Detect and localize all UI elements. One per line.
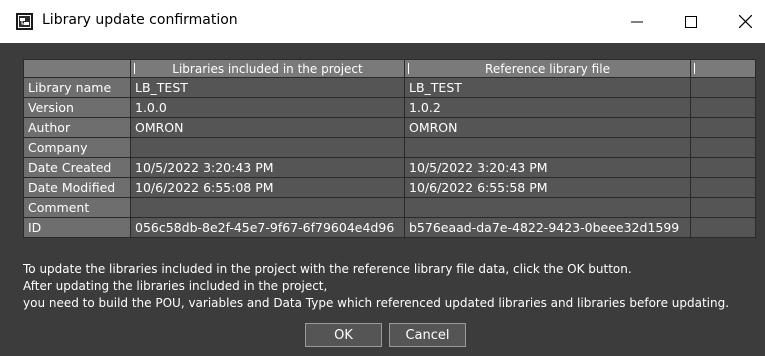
close-icon bbox=[738, 15, 752, 28]
reference-value[interactable]: 10/6/2022 6:55:58 PM bbox=[404, 177, 691, 198]
message-line: To update the libraries included in the … bbox=[23, 262, 632, 276]
column-header-project-label: Libraries included in the project bbox=[172, 61, 363, 76]
window-title: Library update confirmation bbox=[42, 12, 238, 28]
message-line: you need to build the POU, variables and… bbox=[23, 296, 730, 310]
reference-value[interactable] bbox=[404, 197, 691, 218]
table-row[interactable]: Comment bbox=[23, 197, 756, 218]
row-label: Author bbox=[23, 117, 131, 138]
empty-cell bbox=[690, 157, 756, 178]
table-header-row: Libraries included in the project Refere… bbox=[23, 59, 756, 78]
table-row[interactable]: Date Modified 10/6/2022 6:55:08 PM 10/6/… bbox=[23, 177, 756, 198]
empty-cell bbox=[690, 137, 756, 158]
column-header-reference-label: Reference library file bbox=[485, 61, 610, 76]
close-button[interactable] bbox=[722, 0, 765, 43]
column-header-reference[interactable]: Reference library file bbox=[404, 59, 691, 78]
table-row[interactable]: Author OMRON OMRON bbox=[23, 117, 756, 138]
project-value[interactable]: LB_TEST bbox=[130, 77, 405, 98]
project-value[interactable]: 056c58db-8e2f-45e7-9f67-6f79604e4d96 bbox=[130, 217, 405, 238]
table-row[interactable]: Date Created 10/5/2022 3:20:43 PM 10/5/2… bbox=[23, 157, 756, 178]
cancel-button[interactable]: Cancel bbox=[389, 323, 466, 347]
row-label: Version bbox=[23, 97, 131, 118]
project-value[interactable]: 1.0.0 bbox=[130, 97, 405, 118]
row-label: Comment bbox=[23, 197, 131, 218]
confirmation-message: To update the libraries included in the … bbox=[23, 261, 763, 312]
row-label: Date Modified bbox=[23, 177, 131, 198]
table-row[interactable]: ID 056c58db-8e2f-45e7-9f67-6f79604e4d96 … bbox=[23, 217, 756, 238]
reference-value[interactable]: LB_TEST bbox=[404, 77, 691, 98]
ok-button[interactable]: OK bbox=[305, 323, 382, 347]
empty-cell bbox=[690, 177, 756, 198]
empty-cell bbox=[690, 117, 756, 138]
project-value[interactable] bbox=[130, 197, 405, 218]
project-value[interactable]: OMRON bbox=[130, 117, 405, 138]
column-header-empty[interactable] bbox=[690, 59, 756, 78]
column-header-project[interactable]: Libraries included in the project bbox=[130, 59, 405, 78]
maximize-button[interactable] bbox=[668, 0, 714, 43]
header-corner bbox=[23, 59, 131, 78]
row-label: ID bbox=[23, 217, 131, 238]
empty-cell bbox=[690, 77, 756, 98]
row-label: Date Created bbox=[23, 157, 131, 178]
table-row[interactable]: Library name LB_TEST LB_TEST bbox=[23, 77, 756, 98]
minimize-icon bbox=[631, 21, 643, 22]
empty-cell bbox=[690, 217, 756, 238]
project-value[interactable]: 10/5/2022 3:20:43 PM bbox=[130, 157, 405, 178]
title-bar[interactable]: Library update confirmation bbox=[0, 0, 765, 43]
dialog-content: Libraries included in the project Refere… bbox=[0, 43, 765, 356]
table-row[interactable]: Company bbox=[23, 137, 756, 158]
reference-value[interactable]: 1.0.2 bbox=[404, 97, 691, 118]
reference-value[interactable]: OMRON bbox=[404, 117, 691, 138]
empty-cell bbox=[690, 197, 756, 218]
row-label: Library name bbox=[23, 77, 131, 98]
project-value[interactable]: 10/6/2022 6:55:08 PM bbox=[130, 177, 405, 198]
dialog-window: Library update confirmation Libraries in… bbox=[0, 0, 765, 356]
comparison-table: Libraries included in the project Refere… bbox=[23, 59, 756, 238]
maximize-icon bbox=[685, 15, 697, 28]
project-value[interactable] bbox=[130, 137, 405, 158]
table-row[interactable]: Version 1.0.0 1.0.2 bbox=[23, 97, 756, 118]
app-icon bbox=[16, 13, 33, 30]
message-line: After updating the libraries included in… bbox=[23, 279, 328, 293]
reference-value[interactable]: b576eaad-da7e-4822-9423-0beee32d1599 bbox=[404, 217, 691, 238]
empty-cell bbox=[690, 97, 756, 118]
reference-value[interactable] bbox=[404, 137, 691, 158]
reference-value[interactable]: 10/5/2022 3:20:43 PM bbox=[404, 157, 691, 178]
minimize-button[interactable] bbox=[614, 0, 660, 43]
row-label: Company bbox=[23, 137, 131, 158]
